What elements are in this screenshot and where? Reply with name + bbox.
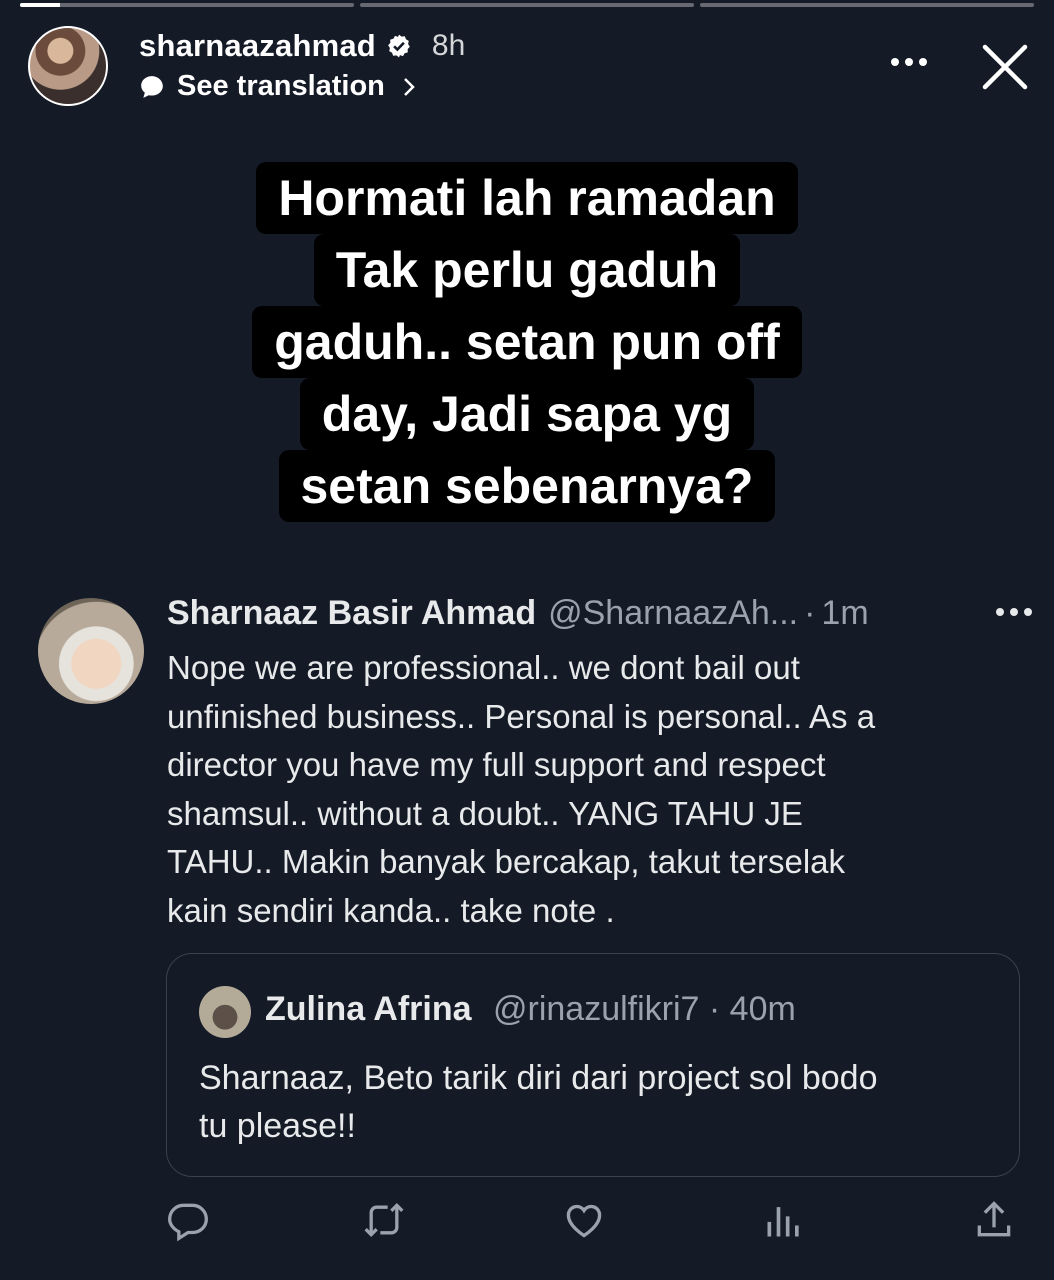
tweet-action-bar bbox=[166, 1198, 1016, 1246]
quoted-tweet-handle-time: @rinazulfikri7 · 40m bbox=[492, 990, 796, 1028]
progress-segment bbox=[20, 3, 354, 7]
story-progress bbox=[20, 3, 1034, 7]
progress-segment bbox=[360, 3, 694, 7]
quoted-tweet-avatar bbox=[199, 986, 251, 1038]
reply-icon bbox=[168, 1203, 208, 1242]
verified-icon bbox=[388, 34, 410, 58]
tweet-text-line: kain sendiri kanda.. take note . bbox=[167, 891, 615, 929]
sticker-line: Tak perlu gaduh bbox=[313, 234, 741, 306]
share-icon bbox=[977, 1201, 1011, 1237]
close-icon[interactable] bbox=[980, 42, 1030, 92]
story-text-sticker: Hormati lah ramadan Tak perlu gaduh gadu… bbox=[0, 162, 1054, 522]
sticker-line: setan sebenarnya? bbox=[278, 450, 776, 522]
story-user: sharnaazahmad 8h bbox=[139, 28, 465, 64]
views-button[interactable] bbox=[762, 1198, 810, 1246]
chevron-right-icon bbox=[404, 77, 415, 96]
see-translation-label: See translation bbox=[177, 70, 385, 102]
more-options-icon[interactable] bbox=[889, 56, 929, 68]
story-header: sharnaazahmad 8h See translation bbox=[28, 24, 1034, 114]
tweet-text-line: TAHU.. Makin banyak bercakap, takut ters… bbox=[167, 843, 846, 881]
tweet-text-line: director you have my full support and re… bbox=[167, 746, 826, 784]
tweet-author-handle[interactable]: @SharnaazAh... bbox=[548, 594, 798, 633]
progress-segment bbox=[700, 3, 1034, 7]
tweet-text-line: unfinished business.. Personal is person… bbox=[167, 697, 876, 735]
sticker-line: Hormati lah ramadan bbox=[256, 162, 798, 234]
retweet-button[interactable] bbox=[362, 1198, 410, 1246]
tweet-time: 1m bbox=[821, 594, 869, 632]
tweet-author-name[interactable]: Sharnaaz Basir Ahmad bbox=[167, 594, 536, 633]
reply-button[interactable] bbox=[166, 1198, 214, 1246]
tweet-more-icon[interactable] bbox=[994, 606, 1034, 618]
views-icon bbox=[767, 1207, 799, 1237]
quoted-tweet-author-name: Zulina Afrina bbox=[265, 990, 472, 1028]
sticker-line: gaduh.. setan pun off bbox=[252, 306, 802, 378]
quoted-tweet-text-line: Sharnaaz, Beto tarik diri dari project s… bbox=[199, 1059, 878, 1097]
quoted-tweet[interactable]: Zulina Afrina @rinazulfikri7 · 40m Sharn… bbox=[166, 953, 1020, 1177]
share-button[interactable] bbox=[972, 1198, 1020, 1246]
tweet-text-line: Nope we are professional.. we dont bail … bbox=[167, 649, 800, 686]
see-translation[interactable]: See translation bbox=[139, 70, 417, 103]
avatar[interactable] bbox=[28, 26, 108, 106]
story-username[interactable]: sharnaazahmad bbox=[139, 28, 376, 64]
like-icon bbox=[566, 1204, 602, 1238]
tweet-avatar[interactable] bbox=[38, 598, 144, 704]
retweet-icon bbox=[364, 1202, 404, 1238]
quoted-tweet-header: Zulina Afrina @rinazulfikri7 · 40m bbox=[265, 990, 796, 1029]
tweet-text: Nope we are professional.. we dont bail … bbox=[167, 644, 1017, 936]
speech-bubble-icon bbox=[141, 75, 163, 98]
quoted-tweet-text-line: tu please!! bbox=[199, 1107, 356, 1145]
like-button[interactable] bbox=[562, 1198, 610, 1246]
sticker-line: day, Jadi sapa yg bbox=[299, 378, 755, 450]
tweet-text-line: shamsul.. without a doubt.. YANG TAHU JE bbox=[167, 794, 803, 832]
quoted-tweet-text: Sharnaaz, Beto tarik diri dari project s… bbox=[199, 1054, 999, 1150]
tweet-header: Sharnaaz Basir Ahmad @SharnaazAh... · 1m bbox=[167, 594, 1034, 633]
separator-dot: · bbox=[804, 594, 816, 632]
story-time: 8h bbox=[431, 29, 466, 62]
